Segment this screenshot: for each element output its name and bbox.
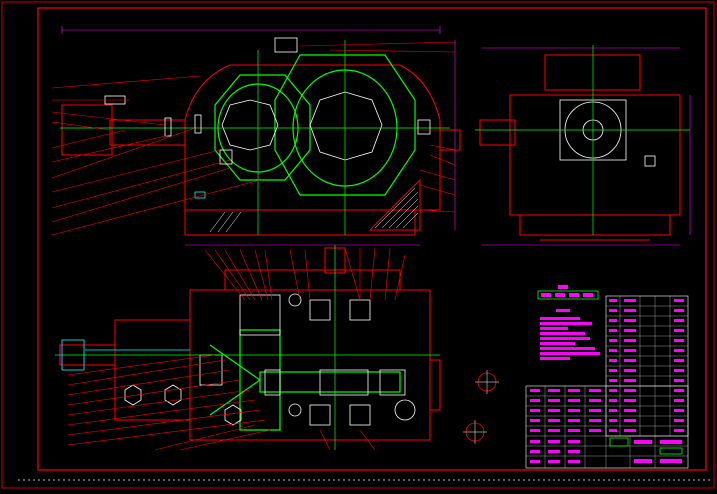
cad-drawing [0, 0, 717, 494]
technical-requirements [537, 285, 600, 360]
